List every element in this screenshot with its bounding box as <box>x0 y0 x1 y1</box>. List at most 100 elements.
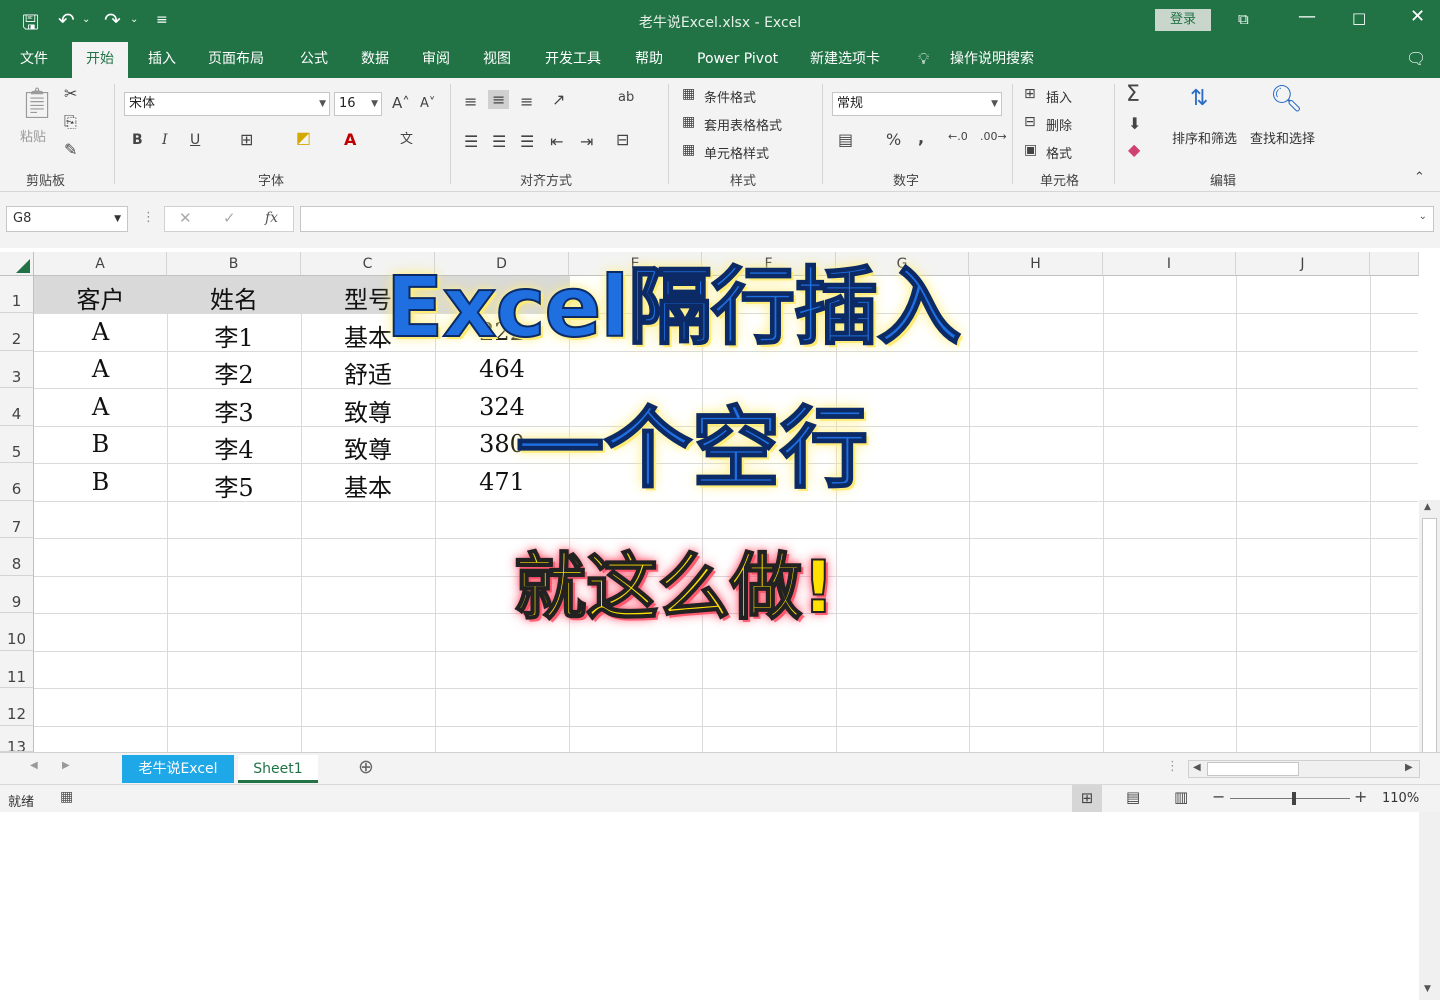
zoom-slider-handle[interactable] <box>1292 792 1296 805</box>
name-box[interactable]: G8 ▼ <box>6 206 128 232</box>
align-left-icon[interactable]: ☰ <box>464 132 478 151</box>
table-cell[interactable]: 李1 <box>167 318 301 353</box>
tell-me-search[interactable]: 操作说明搜索 <box>950 42 1034 78</box>
conditional-format-icon[interactable]: ▦ <box>682 86 695 102</box>
scroll-right-icon[interactable]: ▶ <box>1405 762 1413 773</box>
paste-label[interactable]: 粘贴 <box>20 126 46 145</box>
italic-button[interactable]: I <box>162 132 168 148</box>
format-cells-icon[interactable]: ▣ <box>1024 142 1037 158</box>
zoom-in-icon[interactable]: + <box>1354 787 1367 806</box>
tab-review[interactable]: 审阅 <box>422 42 450 78</box>
phonetic-icon[interactable]: 文 <box>400 128 413 147</box>
clear-icon[interactable]: ◆ <box>1128 140 1140 159</box>
col-header[interactable]: H <box>969 252 1103 276</box>
scroll-down-icon[interactable]: ▼ <box>1424 984 1431 994</box>
increase-font-icon[interactable]: A˄ <box>392 94 410 112</box>
tab-home[interactable]: 开始 <box>72 42 128 78</box>
orientation-icon[interactable]: ↗ <box>552 90 565 109</box>
percent-button[interactable]: % <box>886 130 901 149</box>
cut-icon[interactable]: ✂ <box>64 84 77 103</box>
next-sheet-icon[interactable]: ▶ <box>62 760 70 771</box>
table-cell[interactable]: B <box>34 430 167 458</box>
tab-new[interactable]: 新建选项卡 <box>810 42 880 78</box>
bold-button[interactable]: B <box>132 132 143 148</box>
insert-function-button[interactable]: fx <box>265 210 278 226</box>
number-format-select[interactable]: 常规 ▼ <box>832 92 1002 116</box>
splitter-icon[interactable]: ⋮ <box>1166 759 1179 774</box>
cell-styles-icon[interactable]: ▦ <box>682 142 695 158</box>
row-header[interactable]: 9 <box>0 576 34 613</box>
sort-filter-icon[interactable]: ⇅ <box>1190 86 1208 111</box>
macro-record-icon[interactable]: ▦ <box>60 789 73 805</box>
sort-filter-button[interactable]: 排序和筛选 <box>1172 128 1237 147</box>
currency-icon[interactable]: ▤ <box>838 130 853 149</box>
comments-icon[interactable]: 🗨︎ <box>1406 42 1426 78</box>
font-size-select[interactable]: 16 ▼ <box>334 92 382 116</box>
row-header[interactable]: 8 <box>0 538 34 576</box>
scroll-left-icon[interactable]: ◀ <box>1193 762 1201 773</box>
hscroll-thumb[interactable] <box>1207 762 1299 776</box>
insert-cells-icon[interactable]: ⊞ <box>1024 86 1036 102</box>
close-icon[interactable]: ✕ <box>1410 6 1425 27</box>
table-cell[interactable]: A <box>34 318 167 346</box>
borders-icon[interactable]: ⊞ <box>240 130 253 149</box>
row-header[interactable]: 3 <box>0 351 34 388</box>
table-cell[interactable]: A <box>34 393 167 421</box>
table-cell[interactable]: 李2 <box>167 355 301 390</box>
zoom-level[interactable]: 110% <box>1382 791 1419 806</box>
row-header[interactable]: 10 <box>0 613 34 651</box>
tab-power-pivot[interactable]: Power Pivot <box>697 42 778 78</box>
tab-data[interactable]: 数据 <box>361 42 389 78</box>
delete-cells-icon[interactable]: ⊟ <box>1024 114 1036 130</box>
format-cells-button[interactable]: 格式 <box>1046 143 1072 162</box>
fill-icon[interactable]: ⬇ <box>1128 114 1141 133</box>
page-break-view-icon[interactable]: ▥ <box>1174 788 1188 806</box>
decrease-font-icon[interactable]: A˅ <box>420 96 435 111</box>
search-icon[interactable]: 🔍︎ <box>1270 84 1303 114</box>
select-all-corner[interactable] <box>0 252 34 276</box>
table-cell[interactable]: 致尊 <box>301 393 435 428</box>
align-right-icon[interactable]: ☰ <box>520 132 534 151</box>
find-select-button[interactable]: 查找和选择 <box>1250 128 1315 147</box>
comma-button[interactable]: , <box>918 128 924 147</box>
row-header[interactable]: 6 <box>0 463 34 501</box>
row-header[interactable]: 1 <box>0 276 34 313</box>
align-middle-icon[interactable]: ≡ <box>488 90 510 109</box>
merge-center-icon[interactable]: ⊟ <box>616 130 629 149</box>
table-cell[interactable]: A <box>34 355 167 383</box>
font-name-select[interactable]: 宋体 ▼ <box>124 92 330 116</box>
col-header[interactable]: I <box>1103 252 1236 276</box>
underline-button[interactable]: U <box>190 132 200 148</box>
conditional-format-button[interactable]: 条件格式 <box>704 87 756 106</box>
row-header[interactable]: 2 <box>0 313 34 351</box>
normal-view-icon[interactable]: ⊞ <box>1072 785 1102 812</box>
collapse-ribbon-icon[interactable]: ⌃ <box>1414 170 1425 185</box>
table-cell[interactable]: 致尊 <box>301 430 435 465</box>
fill-color-icon[interactable]: ◩ <box>296 128 311 147</box>
header-cell[interactable]: 客户 <box>34 280 167 315</box>
tab-formulas[interactable]: 公式 <box>300 42 328 78</box>
autosum-icon[interactable]: Σ <box>1126 82 1140 107</box>
formula-input[interactable]: ⌄ <box>300 206 1434 232</box>
tab-insert[interactable]: 插入 <box>148 42 176 78</box>
expand-formula-icon[interactable]: ⌄ <box>1419 211 1427 222</box>
row-header[interactable]: 12 <box>0 688 34 726</box>
col-header[interactable]: A <box>34 252 167 276</box>
align-bottom-icon[interactable]: ≡ <box>520 92 533 111</box>
add-sheet-icon[interactable]: ⊕ <box>358 756 374 778</box>
ribbon-display-icon[interactable]: ⧉ <box>1238 10 1249 28</box>
wrap-text-icon[interactable]: ab <box>618 90 634 105</box>
vertical-scrollbar[interactable]: ▲ ▼ <box>1419 500 1440 1000</box>
zoom-slider[interactable] <box>1230 792 1350 805</box>
col-header[interactable]: J <box>1236 252 1370 276</box>
scroll-up-icon[interactable]: ▲ <box>1424 502 1431 512</box>
table-cell[interactable]: 李4 <box>167 430 301 465</box>
increase-decimal-icon[interactable]: ←.0 <box>948 130 968 143</box>
page-layout-view-icon[interactable]: ▤ <box>1126 788 1140 806</box>
insert-cells-button[interactable]: 插入 <box>1046 87 1072 106</box>
tab-view[interactable]: 视图 <box>483 42 511 78</box>
zoom-out-icon[interactable]: − <box>1212 787 1225 806</box>
tab-file[interactable]: 文件 <box>20 42 48 78</box>
increase-indent-icon[interactable]: ⇥ <box>580 132 593 151</box>
row-header[interactable]: 7 <box>0 501 34 538</box>
